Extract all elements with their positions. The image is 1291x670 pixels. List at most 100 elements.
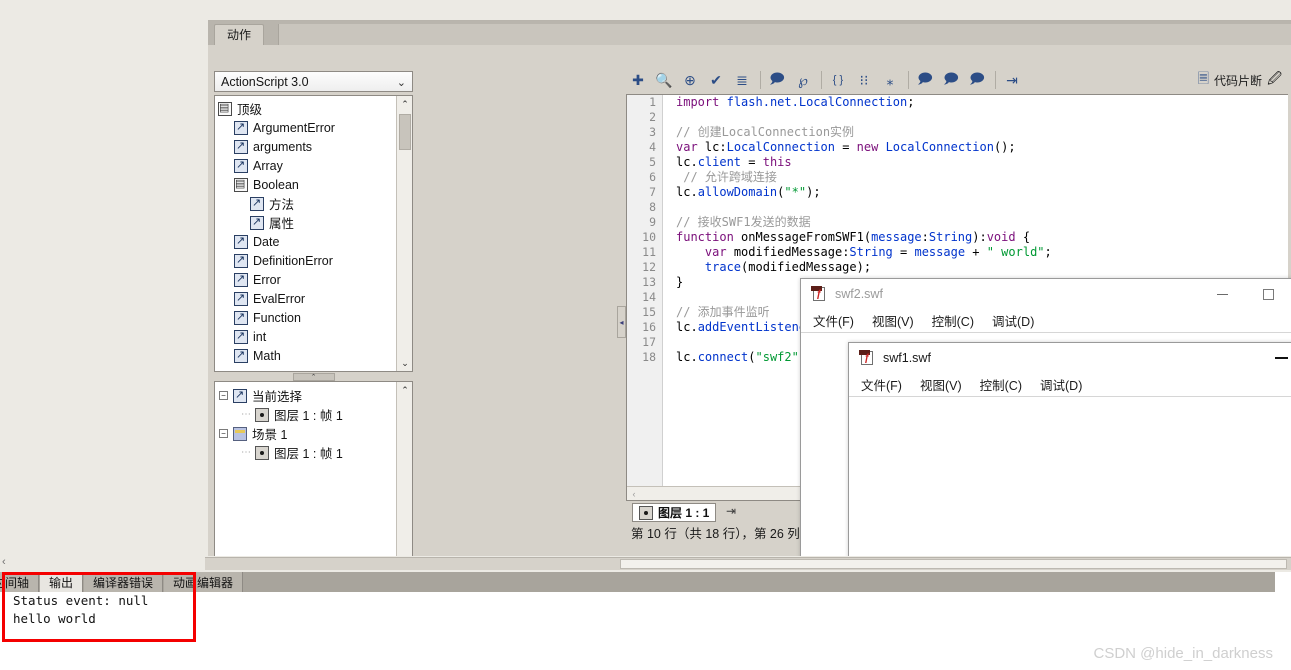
tab-actions[interactable]: 动作 (214, 24, 265, 45)
tree-item[interactable]: Error (218, 270, 395, 289)
tree-item[interactable]: Math (218, 346, 395, 365)
code-line[interactable]: // 允许跨域连接 (676, 170, 1288, 185)
menu-item-2[interactable]: 控制(C) (932, 311, 974, 330)
menu-item-0[interactable]: 文件(F) (813, 311, 854, 330)
menu-item-1[interactable]: 视图(V) (872, 311, 914, 330)
arrow-icon (234, 271, 248, 287)
tree-expander-icon[interactable]: − (219, 391, 228, 400)
pin-script-icon[interactable]: ⇥ (726, 504, 736, 518)
bottom-tab-0[interactable]: 时间轴 (0, 572, 40, 592)
language-select[interactable]: ActionScript 3.0 ⌄ (214, 71, 413, 92)
class-tree[interactable]: 顶级 ArgumentError arguments Array Boolean 方法属性… (214, 95, 413, 372)
code-line[interactable]: import flash.net.LocalConnection; (676, 95, 1288, 110)
tree-item[interactable]: 属性 (218, 213, 395, 232)
pin-script-icon[interactable]: ⇥ (1000, 68, 1024, 92)
minimize-icon[interactable] (1199, 279, 1245, 309)
bottom-tab-3[interactable]: 动画编辑器 (164, 572, 244, 592)
tree-item[interactable]: 方法 (218, 194, 395, 213)
tree-item[interactable]: 顶级 (218, 99, 395, 118)
scrollbar-track[interactable] (620, 559, 1287, 569)
tree-item[interactable]: − 当前选择 (219, 386, 395, 405)
code-line[interactable]: // 接收SWF1发送的数据 (676, 215, 1288, 230)
line-number: 6 (649, 170, 656, 184)
code-line[interactable]: var modifiedMessage:String = message + "… (676, 245, 1288, 260)
tree-item-label: 图层 1 : 帧 1 (274, 447, 343, 461)
bottom-tab-label: 时间轴 (0, 575, 30, 590)
tree-item[interactable]: int (218, 327, 395, 346)
tree-item[interactable]: ⋯ 图层 1 : 帧 1 (219, 443, 395, 462)
code-line[interactable]: var lc:LocalConnection = new LocalConnec… (676, 140, 1288, 155)
current-selection-scrollbar[interactable]: ⌃ ⌄ (396, 382, 412, 575)
scroll-down-icon[interactable]: ⌄ (397, 355, 412, 371)
find-replace-icon[interactable]: 🔍 (652, 68, 676, 92)
layer-frame-chip[interactable]: 图层 1 : 1 (632, 503, 717, 522)
expand-all-icon[interactable]: ⁎ (878, 68, 902, 92)
code-line[interactable]: function onMessageFromSWF1(message:Strin… (676, 230, 1288, 245)
collapse-selection-icon[interactable]: ⁝⁝ (852, 68, 876, 92)
pane-splitter-handle[interactable]: ◂ (617, 306, 626, 338)
tree-item[interactable]: ArgumentError (218, 118, 395, 137)
tree-item[interactable]: EvalError (218, 289, 395, 308)
code-line[interactable]: // 创建LocalConnection实例 (676, 125, 1288, 140)
code-token: client (697, 155, 742, 169)
tree-item-label: 场景 1 (252, 428, 288, 442)
check-syntax-icon[interactable]: ✔ (704, 68, 728, 92)
add-item-icon[interactable]: ✚ (626, 68, 650, 92)
book-icon (218, 100, 232, 116)
code-line[interactable] (676, 200, 1288, 215)
code-line[interactable]: trace(modifiedMessage); (676, 260, 1288, 275)
apply-line-comment-icon[interactable]: 🗩 (939, 68, 963, 92)
line-number: 2 (649, 110, 656, 124)
minimize-icon[interactable] (1255, 343, 1291, 373)
swf2-menubar: 文件(F) 视图(V) 控制(C) 调试(D) (801, 309, 1291, 333)
menu-item-0[interactable]: 文件(F) (861, 375, 902, 394)
collapse-braces-icon[interactable]: { } (826, 68, 850, 92)
auto-format-icon[interactable]: ≣ (730, 68, 754, 92)
swf1-title: swf1.swf (883, 351, 931, 365)
arrow-icon (234, 138, 248, 154)
collapse-left-icon[interactable]: ‹ (2, 556, 6, 568)
tree-item[interactable]: Boolean (218, 175, 395, 194)
line-number: 14 (642, 290, 656, 304)
scroll-left-icon[interactable]: ‹ (627, 489, 641, 499)
scrollbar-thumb[interactable]: ⌃ (292, 373, 335, 381)
menu-item-1[interactable]: 视图(V) (920, 375, 962, 394)
maximize-icon[interactable] (1245, 279, 1291, 309)
timeline-scroll-strip[interactable] (205, 557, 1291, 570)
code-line[interactable] (676, 110, 1288, 125)
target-icon[interactable]: ⊕ (678, 68, 702, 92)
menu-item-3[interactable]: 调试(D) (1040, 375, 1082, 394)
menu-item-2[interactable]: 控制(C) (980, 375, 1022, 394)
menu-item-3[interactable]: 调试(D) (992, 311, 1034, 330)
actions-panel-tabbar-rest (278, 24, 1291, 45)
swf2-titlebar[interactable]: ƒ swf2.swf (801, 279, 1291, 309)
scrollbar-thumb[interactable] (399, 114, 411, 150)
tree-expander-icon[interactable]: − (219, 429, 228, 438)
scroll-up-icon[interactable]: ⌃ (397, 96, 412, 112)
code-token: modifiedMessage: (726, 245, 850, 259)
magic-wand-icon[interactable]: 🖉 (1267, 68, 1282, 92)
current-selection-tree[interactable]: −当前选择⋯图层 1 : 帧 1−场景 1⋯图层 1 : 帧 1 ⌃ ⌄ (214, 381, 413, 576)
tree-item-label: EvalError (253, 291, 306, 306)
debug-options-icon[interactable]: ℘ (791, 68, 815, 92)
class-tree-scrollbar[interactable]: ⌃ ⌄ (396, 96, 412, 371)
swf1-titlebar[interactable]: ƒ swf1.swf (849, 343, 1291, 373)
code-line[interactable]: lc.allowDomain("*"); (676, 185, 1288, 200)
tree-item[interactable]: DefinitionError (218, 251, 395, 270)
tree-item[interactable]: ⋯ 图层 1 : 帧 1 (219, 405, 395, 424)
show-code-hint-icon[interactable]: 🗩 (765, 68, 789, 92)
class-tree-hscrollbar[interactable]: ⌃ (214, 373, 413, 381)
remove-comment-icon[interactable]: 🗩 (965, 68, 989, 92)
bottom-tab-1[interactable]: 输出 (40, 572, 84, 592)
tree-item[interactable]: Array (218, 156, 395, 175)
code-line[interactable]: lc.client = this (676, 155, 1288, 170)
apply-block-comment-icon[interactable]: 🗩 (913, 68, 937, 92)
bottom-tab-2[interactable]: 编译器错误 (84, 572, 164, 592)
tree-item[interactable]: Date (218, 232, 395, 251)
scroll-up-icon[interactable]: ⌃ (397, 382, 412, 398)
tree-item[interactable]: Function (218, 308, 395, 327)
code-snippets-button[interactable]: 🗏 代码片断 🖉 (1198, 68, 1282, 92)
tree-item[interactable]: − 场景 1 (219, 424, 395, 443)
tree-item[interactable]: arguments (218, 137, 395, 156)
